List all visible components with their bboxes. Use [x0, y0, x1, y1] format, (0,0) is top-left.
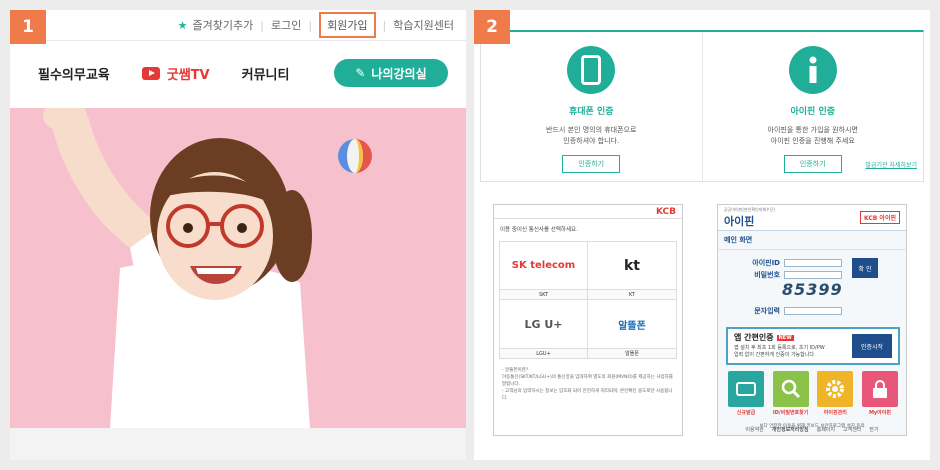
identity-verification-box: 휴대폰 인증 반드시 본인 명의의 휴대폰으로 인증하셔야 합니다. 인증하기 … [480, 30, 924, 182]
star-icon: ★ [177, 18, 188, 32]
phone-verification-title: 휴대폰 인증 [568, 107, 614, 117]
my-classroom-button[interactable]: ✎ 나의강의실 [334, 59, 448, 87]
kcb-logo: KCB [494, 205, 682, 219]
ipin-main-heading: 메인 화면 [718, 231, 906, 250]
new-badge: NEW [776, 334, 794, 341]
main-nav: 필수의무교육 굿쌤TV 커뮤니티 ✎ 나의강의실 [10, 55, 466, 91]
ipin-password-input[interactable] [784, 271, 842, 279]
ipin-login-form: 아이핀ID 비밀번호 확 인 85399 문자입력 [718, 250, 906, 320]
nav-community[interactable]: 커뮤니티 [242, 64, 290, 83]
pencil-icon: ✎ [355, 66, 366, 80]
skt-logo: SK telecom [511, 260, 576, 271]
privacy-link[interactable]: 개인정보처리방침 [772, 426, 809, 433]
support-center-link[interactable]: 학습지원센터 [393, 17, 454, 33]
login-link[interactable]: 로그인 [271, 17, 301, 33]
carrier-grid: SK telecom SKT kt KT LG U+ LGU+ 알뜰폰 알뜰폰 [499, 241, 677, 359]
tile-my-ipin[interactable]: My아이핀 [860, 371, 900, 416]
magnifier-icon [772, 371, 809, 407]
carrier-lgu[interactable]: LG U+ LGU+ [500, 300, 588, 358]
tile-ipin-manage[interactable]: 아이핀관리 [815, 371, 855, 416]
step-number-1: 1 [10, 10, 46, 44]
ipin-id-input[interactable] [784, 259, 842, 267]
kt-logo: kt [623, 257, 640, 274]
mobile-phone-icon [567, 46, 616, 94]
utility-bar: ★ 즐겨찾기추가 | 로그인 | 회원가입 | 학습지원센터 [46, 10, 466, 40]
phone-verification-desc: 반드시 본인 명의의 휴대폰으로 인증하셔야 합니다. [546, 126, 637, 145]
carrier-mvno[interactable]: 알뜰폰 알뜰폰 [588, 300, 676, 358]
bookmark-link[interactable]: 즐겨찾기추가 [193, 17, 254, 33]
nav-goodssam-tv[interactable]: 굿쌤TV [141, 64, 210, 83]
step-number-2: 2 [474, 10, 510, 44]
carrier-notes: - 알뜰폰이란? 이동통신(SKT/KT/LGU+)의 통신망을 임대하여 별도… [502, 368, 673, 401]
youtube-icon [141, 66, 160, 80]
phone-verification-section: 휴대폰 인증 반드시 본인 명의의 휴대폰으로 인증하셔야 합니다. 인증하기 [481, 32, 703, 181]
phone-verify-button[interactable]: 인증하기 [562, 155, 621, 173]
ipin-login-button[interactable]: 확 인 [852, 258, 878, 278]
kcb-ipin-badge: KCB 아이핀 [859, 211, 900, 224]
ipin-logo: 공공아이핀(본인확인대체수단) 아이핀 [724, 206, 775, 228]
ipin-window: 공공아이핀(본인확인대체수단) 아이핀 KCB 아이핀 메인 화면 아이핀ID … [717, 204, 907, 436]
lgu-logo: LG U+ [524, 317, 563, 331]
ipin-footer-links: 이용약관 개인정보처리방침 홈페이지 고객센터 닫기 [718, 426, 906, 433]
kcb-carrier-window: KCB 이용 중이신 통신사를 선택하세요. SK telecom SKT kt… [493, 204, 683, 436]
captcha-image: 85399 [782, 280, 843, 299]
issuer-details-link[interactable]: 발급기관 자세히보기 [865, 160, 917, 169]
ipin-verification-section: 아이핀 인증 아이핀을 통한 가입을 원하시면 아이핀 인증을 진행해 주세요 … [703, 32, 924, 181]
hero-banner-image [10, 108, 466, 428]
close-link[interactable]: 닫기 [869, 426, 878, 433]
tile-find-id-pw[interactable]: ID/비밀번호찾기 [771, 371, 811, 416]
carrier-skt[interactable]: SK telecom SKT [500, 242, 588, 300]
signup-link[interactable]: 회원가입 [319, 12, 376, 38]
id-card-icon [728, 371, 764, 407]
site-screenshot-panel: 1 ★ 즐겨찾기추가 | 로그인 | 회원가입 | 학습지원센터 필수의무교육 … [10, 10, 466, 460]
lock-icon [861, 371, 898, 407]
ball-icon [338, 139, 372, 173]
ipin-verification-title: 아이핀 인증 [790, 107, 836, 117]
carrier-prompt: 이용 중이신 통신사를 선택하세요. [500, 227, 578, 233]
info-icon [788, 46, 837, 94]
ipin-verification-desc: 아이핀을 통한 가입을 원하시면 아이핀 인증을 진행해 주세요 [767, 126, 858, 145]
app-simple-auth-box: 앱 간편인증 NEW 앱 설치 후 최초 1회 등록으로, 초기 ID/PW 입력… [726, 327, 900, 365]
captcha-input[interactable] [784, 307, 842, 315]
nav-mandatory-education[interactable]: 필수의무교육 [38, 64, 110, 83]
ipin-verify-button[interactable]: 인증하기 [783, 155, 842, 173]
girl-illustration [10, 108, 466, 428]
mvno-logo: 알뜰폰 [618, 320, 646, 332]
terms-link[interactable]: 이용약관 [745, 426, 763, 433]
verification-panel: 2 휴대폰 인증 반드시 본인 명의의 휴대폰으로 인증하셔야 합니다. 인증하… [474, 10, 930, 460]
homepage-link[interactable]: 홈페이지 [817, 426, 835, 433]
gear-icon [817, 371, 854, 407]
customer-center-link[interactable]: 고객센터 [843, 426, 861, 433]
carrier-kt[interactable]: kt KT [588, 242, 676, 300]
tile-new-issue[interactable]: 신규발급 [726, 371, 766, 416]
start-auth-button[interactable]: 인증시작 [852, 334, 892, 358]
ipin-menu-tiles: 신규발급 ID/비밀번호찾기 아이핀관리 My아이핀 [726, 371, 900, 416]
